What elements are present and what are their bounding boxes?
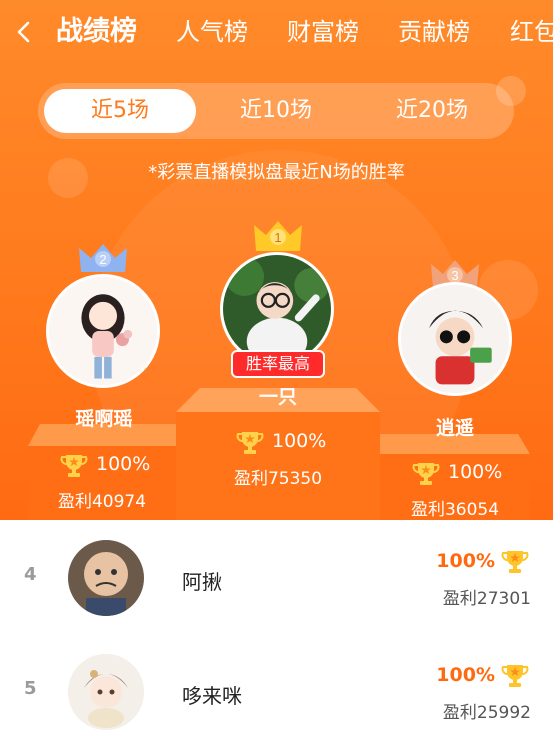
rule-note: *彩票直播模拟盘最近N场的胜率: [148, 162, 405, 183]
win-rate: 100%: [436, 664, 495, 686]
win-rate-first: 100%: [272, 430, 327, 452]
user-name: 哆来咪: [182, 684, 242, 708]
rank-number: 1: [274, 230, 281, 245]
period-selector: 近5场 近10场 近20场: [38, 83, 514, 139]
list-item[interactable]: 5 哆来咪 100% 盈利25992: [0, 638, 553, 730]
win-rate-second: 100%: [96, 453, 151, 475]
trophy-icon: [501, 551, 529, 573]
win-rate: 100%: [436, 550, 495, 572]
user-name: 阿揪: [182, 570, 222, 594]
name-third: 逍遥: [435, 417, 474, 439]
crown-gold-icon: 1: [254, 221, 302, 251]
leaderboard-header: 战绩榜 人气榜 财富榜 贡献榜 红包 近5场 近10场 近20场 *彩票直播模拟…: [0, 0, 553, 520]
top-nav: 战绩榜 人气榜 财富榜 贡献榜 红包: [0, 0, 553, 64]
avatar-first[interactable]: [220, 252, 334, 366]
ranking-list: 4 阿揪 100% 盈利27301 5 哆来咪 100% 盈利25992: [0, 520, 553, 730]
avatar[interactable]: [68, 540, 144, 616]
tab-popularity[interactable]: 人气榜: [176, 14, 248, 50]
rank-number: 2: [99, 252, 106, 267]
rank-number: 3: [451, 268, 458, 283]
profit-first: 盈利75350: [233, 469, 323, 489]
avatar-second[interactable]: [46, 274, 160, 388]
profit: 盈利25992: [442, 703, 531, 723]
trophy-icon: [412, 463, 440, 485]
list-item[interactable]: 4 阿揪 100% 盈利27301: [0, 524, 553, 624]
name-second: 瑶啊瑶: [75, 408, 133, 430]
back-arrow-icon[interactable]: [8, 14, 40, 50]
trophy-icon: [501, 665, 529, 687]
avatar-third[interactable]: [398, 282, 512, 396]
tab-wealth[interactable]: 财富榜: [287, 14, 359, 50]
trophy-icon: [236, 432, 264, 454]
win-rate-third: 100%: [448, 461, 503, 483]
tab-record[interactable]: 战绩榜: [56, 14, 137, 50]
profit-third: 盈利36054: [410, 500, 500, 520]
tab-redpacket[interactable]: 红包: [510, 14, 553, 50]
tab-contribution[interactable]: 贡献榜: [398, 14, 470, 50]
rank-number: 5: [24, 678, 37, 699]
avatar[interactable]: [68, 654, 144, 730]
period-option-20[interactable]: 近20场: [356, 89, 508, 133]
rank-number: 4: [24, 564, 37, 585]
profit-second: 盈利40974: [57, 492, 147, 512]
top-winrate-badge: 胜率最高: [231, 350, 325, 378]
crown-silver-icon: 2: [79, 244, 127, 272]
period-option-5[interactable]: 近5场: [44, 89, 196, 133]
period-option-10[interactable]: 近10场: [200, 89, 352, 133]
trophy-icon: [60, 455, 88, 477]
name-first: 一只: [258, 386, 297, 408]
profit: 盈利27301: [442, 589, 531, 609]
